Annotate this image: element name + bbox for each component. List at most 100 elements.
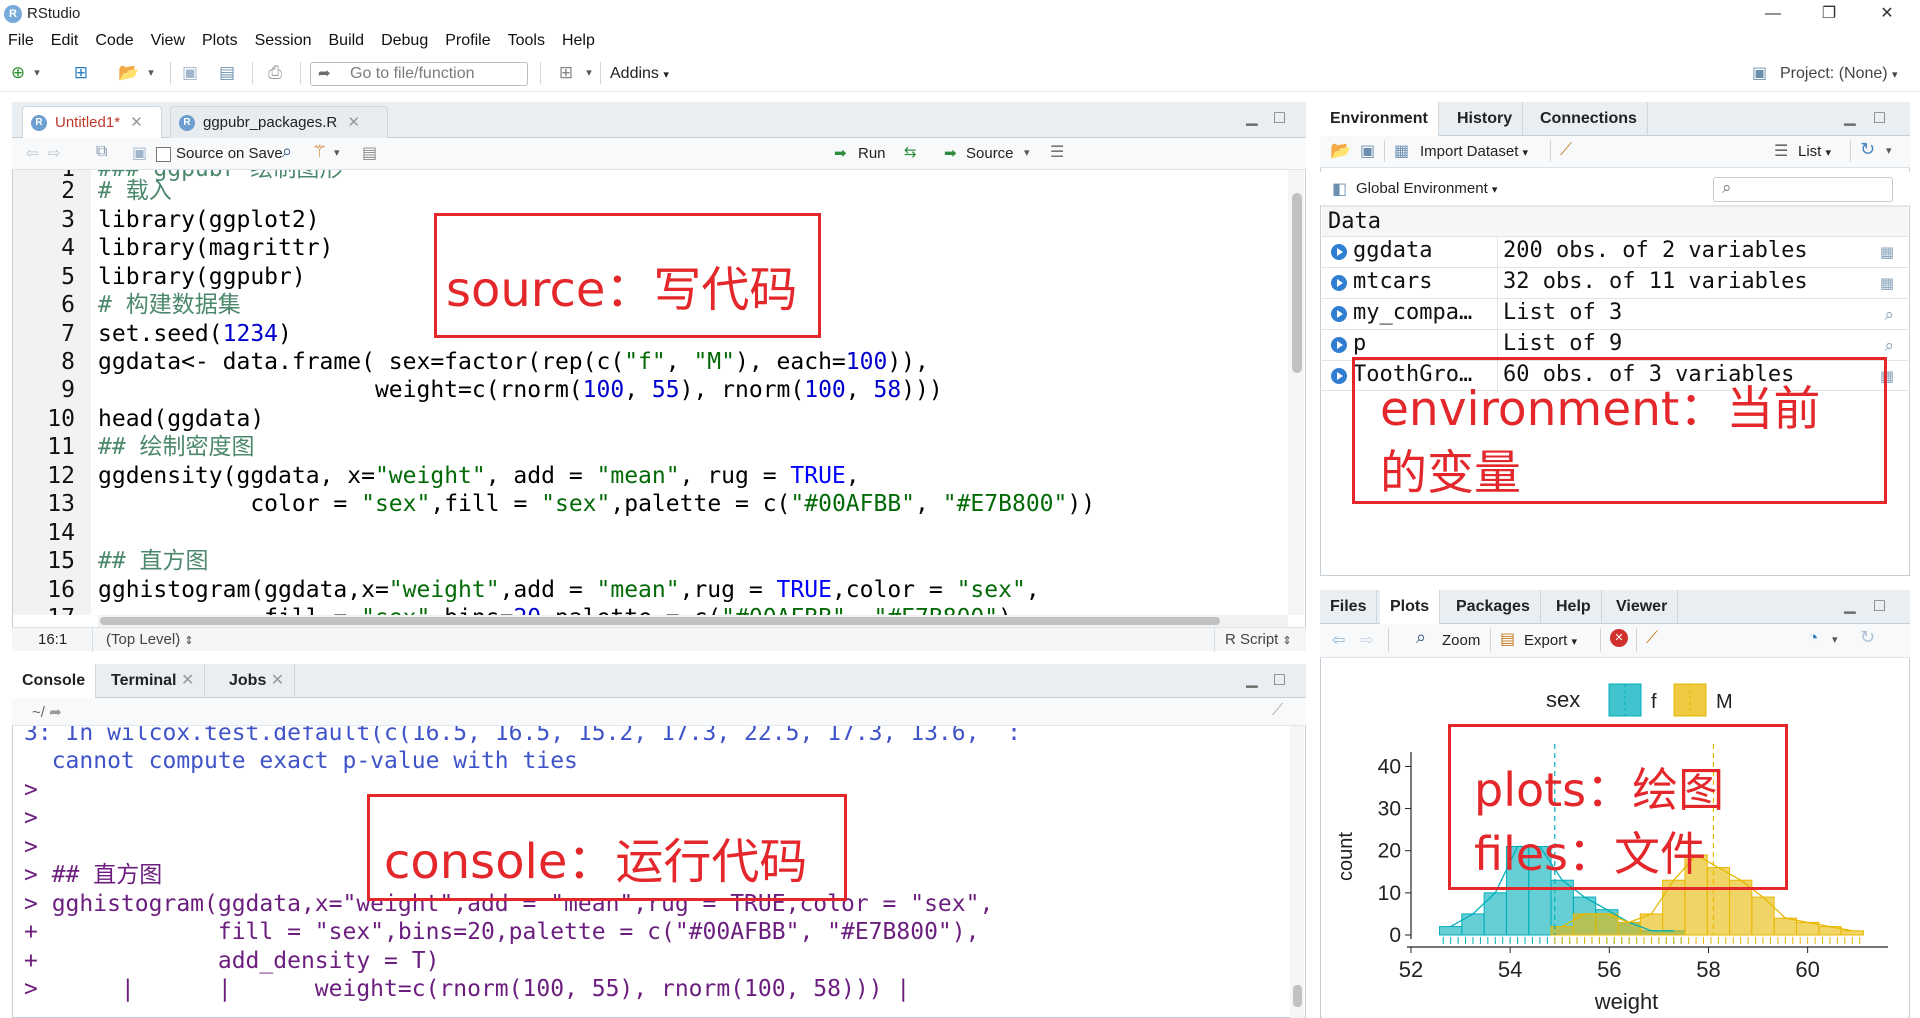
grid-icon[interactable]: ▦ (1880, 274, 1894, 292)
print-icon[interactable]: ⎙ (262, 62, 288, 84)
chevron-down-icon[interactable]: ▾ (1886, 144, 1892, 157)
minimize-button[interactable]: — (1750, 0, 1796, 28)
scroll-thumb[interactable] (1292, 193, 1302, 373)
tab-help[interactable]: Help (1546, 590, 1602, 624)
import-dataset-button[interactable]: Import Dataset ▾ (1420, 143, 1528, 160)
maximize-pane-icon[interactable]: □ (1274, 669, 1285, 690)
export-button[interactable]: Export ▾ (1524, 632, 1577, 649)
tab-viewer[interactable]: Viewer (1606, 590, 1679, 624)
scroll-thumb[interactable] (100, 617, 1220, 625)
console-input-line[interactable]: > | | weight=c(rnorm(100, 55), rnorm(100… (24, 975, 910, 1003)
filetype-selector[interactable]: R Script ⇕ (1225, 631, 1292, 648)
maximize-pane-icon[interactable]: □ (1274, 107, 1285, 128)
menu-code[interactable]: Code (95, 32, 133, 50)
tab-ggpubr-packages[interactable]: R ggpubr_packages.R ✕ (170, 106, 388, 138)
tab-jobs[interactable]: Jobs ✕ (219, 664, 296, 698)
search-icon[interactable]: ⌕ (1884, 305, 1894, 325)
menu-plots[interactable]: Plots (202, 32, 238, 50)
chevron-down-icon[interactable]: ▾ (1832, 633, 1838, 646)
run-icon[interactable]: ➡ (834, 144, 847, 162)
publish-icon[interactable]: ◔ (1808, 628, 1818, 648)
close-tab-icon[interactable]: ✕ (271, 672, 284, 689)
save-icon[interactable]: ▣ (178, 62, 202, 84)
tab-packages[interactable]: Packages (1446, 590, 1541, 624)
env-row[interactable]: mtcars 32 obs. of 11 variables ▦ (1322, 267, 1908, 299)
new-file-icon[interactable]: ⊕ (8, 62, 28, 84)
zoom-button[interactable]: Zoom (1442, 632, 1480, 649)
open-file-icon[interactable]: 📂 (116, 62, 142, 84)
magic-wand-icon[interactable]: ⚚ (312, 142, 327, 162)
source-on-save-checkbox[interactable] (156, 147, 171, 162)
grid-icon[interactable]: ▦ (1880, 243, 1894, 261)
minimize-pane-icon[interactable]: ▁ (1844, 596, 1856, 614)
view-mode-selector[interactable]: List ▾ (1798, 143, 1831, 160)
new-project-icon[interactable]: ⊞ (68, 62, 94, 84)
goto-file-input[interactable] (350, 65, 520, 83)
menu-help[interactable]: Help (562, 32, 595, 50)
outline-icon[interactable]: ☰ (1050, 142, 1064, 162)
menu-build[interactable]: Build (329, 32, 365, 50)
environment-search-input[interactable] (1713, 177, 1893, 202)
refresh-icon[interactable]: ↻ (1860, 139, 1875, 160)
project-menu[interactable]: Project: (None) ▾ (1780, 65, 1898, 83)
menu-debug[interactable]: Debug (381, 32, 428, 50)
expand-icon[interactable] (1331, 368, 1347, 384)
save-all-icon[interactable]: ▤ (214, 62, 240, 84)
menu-view[interactable]: View (151, 32, 185, 50)
show-in-window-icon[interactable]: ⧉ (96, 143, 107, 161)
close-tab-icon[interactable]: ✕ (181, 672, 194, 689)
search-icon[interactable]: ⌕ (282, 141, 292, 162)
env-row[interactable]: p List of 9 ⌕ (1322, 329, 1908, 361)
env-row[interactable]: my_compa… List of 3 ⌕ (1322, 298, 1908, 330)
close-tab-icon[interactable]: ✕ (130, 114, 143, 131)
menu-profile[interactable]: Profile (445, 32, 490, 50)
tab-history[interactable]: History (1447, 102, 1524, 136)
tab-environment[interactable]: Environment (1320, 102, 1439, 136)
console-scrollbar[interactable] (1290, 726, 1304, 1018)
minimize-pane-icon[interactable]: ▁ (1246, 108, 1258, 126)
expand-icon[interactable] (1331, 244, 1347, 260)
tab-files[interactable]: Files (1320, 590, 1378, 624)
refresh-icon[interactable]: ↻ (1860, 627, 1875, 648)
minimize-pane-icon[interactable]: ▁ (1844, 108, 1856, 126)
tab-connections[interactable]: Connections (1530, 102, 1648, 136)
close-tab-icon[interactable]: ✕ (347, 114, 360, 131)
scope-selector[interactable]: (Top Level) ⇕ (106, 631, 194, 648)
expand-icon[interactable] (1331, 306, 1347, 322)
previous-plot-icon[interactable]: ⇦ (1332, 630, 1345, 650)
forward-icon[interactable]: ⇨ (48, 144, 61, 162)
chevron-down-icon[interactable]: ▾ (1024, 146, 1030, 159)
pane-layout-icon[interactable]: ⊞ (554, 62, 578, 84)
broom-icon[interactable]: ⟋ (1272, 702, 1283, 720)
maximize-pane-icon[interactable]: □ (1874, 595, 1885, 616)
source-button[interactable]: Source (966, 145, 1014, 162)
back-icon[interactable]: ⇦ (26, 144, 39, 162)
env-row[interactable]: ggdata 200 obs. of 2 variables ▦ (1322, 236, 1908, 268)
load-workspace-icon[interactable]: 📂 (1330, 141, 1351, 161)
search-icon[interactable]: ⌕ (1884, 336, 1894, 356)
layout-dropdown-icon[interactable]: ▾ (582, 62, 596, 84)
save-workspace-icon[interactable]: ▣ (1360, 141, 1375, 161)
working-directory[interactable]: ~/ ➦ (32, 703, 62, 721)
open-dropdown-icon[interactable]: ▾ (144, 62, 158, 84)
tab-untitled1[interactable]: R Untitled1* ✕ (22, 106, 162, 138)
remove-plot-icon[interactable]: ✕ (1610, 629, 1628, 647)
zoom-icon[interactable]: ⌕ (1416, 627, 1426, 648)
new-file-dropdown-icon[interactable]: ▾ (30, 62, 44, 84)
expand-icon[interactable] (1331, 337, 1347, 353)
tab-terminal[interactable]: Terminal ✕ (101, 664, 206, 698)
next-plot-icon[interactable]: ⇨ (1360, 630, 1373, 650)
save-icon[interactable]: ▣ (132, 143, 147, 163)
tab-console[interactable]: Console (12, 664, 97, 698)
addins-button[interactable]: Addins ▾ (610, 65, 669, 83)
menu-session[interactable]: Session (255, 32, 312, 50)
close-button[interactable]: ✕ (1864, 0, 1910, 28)
compile-report-icon[interactable]: ▤ (362, 143, 377, 163)
menu-file[interactable]: File (8, 32, 34, 50)
minimize-pane-icon[interactable]: ▁ (1246, 670, 1258, 688)
chevron-down-icon[interactable]: ▾ (334, 146, 340, 159)
broom-icon[interactable]: ⟋ (1646, 628, 1658, 648)
maximize-pane-icon[interactable]: □ (1874, 107, 1885, 128)
tab-plots[interactable]: Plots (1380, 590, 1441, 624)
broom-icon[interactable]: ⟋ (1560, 140, 1572, 160)
